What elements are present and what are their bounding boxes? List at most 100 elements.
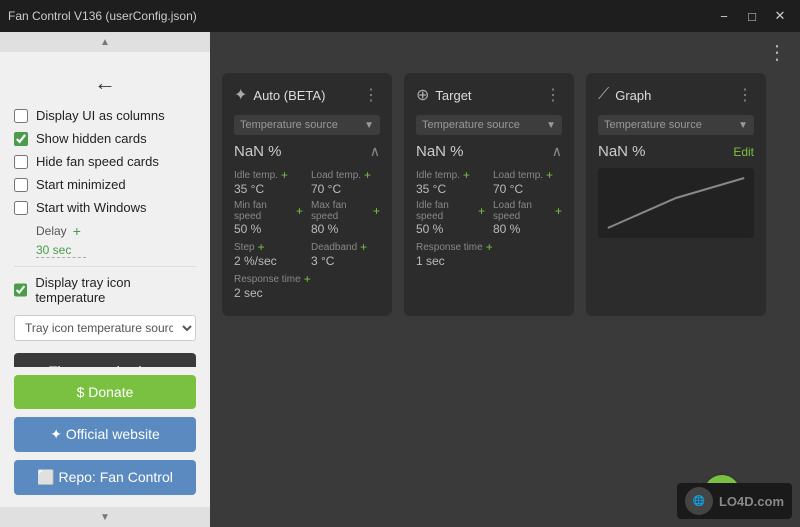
scroll-down-arrow[interactable]: ▼ <box>0 507 210 527</box>
auto-step-label: Step + <box>234 240 303 254</box>
tray-checkbox[interactable] <box>14 283 27 297</box>
target-card-dropdown[interactable]: Temperature source ▼ <box>416 115 562 135</box>
show-hidden-checkbox-item[interactable]: Show hidden cards <box>14 131 196 146</box>
show-hidden-label: Show hidden cards <box>36 131 147 146</box>
graph-card-dropdown[interactable]: Temperature source ▼ <box>598 115 754 135</box>
back-button[interactable]: ← <box>14 62 196 108</box>
theme-button[interactable]: Theme and colors <box>14 353 196 367</box>
start-windows-label: Start with Windows <box>36 200 147 215</box>
graph-svg-area <box>598 168 754 238</box>
target-load-temp-label: Load temp. + <box>493 168 562 182</box>
website-button[interactable]: ✦ Official website <box>14 417 196 452</box>
auto-percent-row: NaN % ∧ <box>234 143 380 160</box>
display-ui-checkbox[interactable] <box>14 109 28 123</box>
auto-load-temp-plus[interactable]: + <box>364 168 371 182</box>
target-card-dots[interactable]: ⋮ <box>545 85 562 105</box>
start-windows-checkbox[interactable] <box>14 201 28 215</box>
auto-card-dots[interactable]: ⋮ <box>363 85 380 105</box>
delay-label: Delay <box>36 224 67 238</box>
target-idle-temp-plus[interactable]: + <box>463 168 470 182</box>
auto-temp-label: Temperature source <box>240 119 338 131</box>
auto-response-field: Response time + 2 sec <box>234 272 380 300</box>
target-chevron[interactable]: ∧ <box>552 143 562 160</box>
target-card-header: ⊕ Target ⋮ <box>416 85 562 105</box>
auto-response-label: Response time + <box>234 272 380 286</box>
auto-deadband-field: Deadband + 3 °C <box>311 240 380 268</box>
auto-max-fan-value: 80 % <box>311 222 380 236</box>
minimize-button[interactable]: − <box>712 6 736 26</box>
auto-card-dropdown[interactable]: Temperature source ▼ <box>234 115 380 135</box>
repo-button[interactable]: ⬜ Repo: Fan Control <box>14 460 196 495</box>
graph-card-dots[interactable]: ⋮ <box>737 85 754 105</box>
watermark-logo: 🌐 <box>685 487 713 515</box>
target-load-fan-plus[interactable]: + <box>555 204 562 218</box>
hide-fan-label: Hide fan speed cards <box>36 154 159 169</box>
auto-response-value: 2 sec <box>234 286 380 300</box>
auto-step-plus[interactable]: + <box>258 240 265 254</box>
auto-percent: NaN % <box>234 143 282 160</box>
target-load-temp-value: 70 °C <box>493 182 562 196</box>
auto-chevron[interactable]: ∧ <box>370 143 380 160</box>
target-field-row-3: Response time + 1 sec <box>416 240 562 268</box>
graph-card-header: ⟋ Graph ⋮ <box>598 85 754 105</box>
show-hidden-checkbox[interactable] <box>14 132 28 146</box>
target-field-row-1: Idle temp. + 35 °C Load temp. + 70 °C <box>416 168 562 196</box>
app-container: ▲ ← Display UI as columns Show hidden ca… <box>0 32 800 527</box>
window-controls: − □ ✕ <box>712 6 792 26</box>
separator-1 <box>14 266 196 267</box>
auto-load-temp-label: Load temp. + <box>311 168 380 182</box>
target-idle-fan-plus[interactable]: + <box>478 204 485 218</box>
tray-checkbox-item[interactable]: Display tray icon temperature <box>14 275 196 305</box>
auto-card-icon: ✦ <box>234 85 247 105</box>
hide-fan-checkbox-item[interactable]: Hide fan speed cards <box>14 154 196 169</box>
target-temp-label: Temperature source <box>422 119 520 131</box>
auto-card-title-row: ✦ Auto (BETA) <box>234 85 325 105</box>
target-load-temp-field: Load temp. + 70 °C <box>493 168 562 196</box>
auto-deadband-plus[interactable]: + <box>360 240 367 254</box>
donate-button[interactable]: $ Donate <box>14 375 196 409</box>
auto-idle-temp-plus[interactable]: + <box>281 168 288 182</box>
target-idle-temp-field: Idle temp. + 35 °C <box>416 168 485 196</box>
target-load-temp-plus[interactable]: + <box>546 168 553 182</box>
start-windows-checkbox-item[interactable]: Start with Windows <box>14 200 196 215</box>
auto-dropdown-arrow: ▼ <box>364 120 374 131</box>
auto-card-header: ✦ Auto (BETA) ⋮ <box>234 85 380 105</box>
main-content: ⋮ ✦ Auto (BETA) ⋮ Temperature source ▼ N… <box>210 32 800 527</box>
hide-fan-checkbox[interactable] <box>14 155 28 169</box>
title-bar: Fan Control V136 (userConfig.json) − □ ✕ <box>0 0 800 32</box>
auto-load-temp-field: Load temp. + 70 °C <box>311 168 380 196</box>
start-minimized-label: Start minimized <box>36 177 126 192</box>
window-title: Fan Control V136 (userConfig.json) <box>8 9 197 23</box>
scroll-up-arrow[interactable]: ▲ <box>0 32 210 52</box>
auto-response-plus[interactable]: + <box>304 272 311 286</box>
target-response-value: 1 sec <box>416 254 562 268</box>
sidebar: ▲ ← Display UI as columns Show hidden ca… <box>0 32 210 527</box>
graph-edit-link[interactable]: Edit <box>733 145 754 159</box>
auto-idle-temp-value: 35 °C <box>234 182 303 196</box>
target-card-title: Target <box>435 88 471 103</box>
target-response-plus[interactable]: + <box>486 240 493 254</box>
graph-card-title: Graph <box>615 88 651 103</box>
auto-load-temp-value: 70 °C <box>311 182 380 196</box>
start-minimized-checkbox-item[interactable]: Start minimized <box>14 177 196 192</box>
main-dots-menu[interactable]: ⋮ <box>767 40 788 65</box>
target-response-label: Response time + <box>416 240 562 254</box>
target-idle-fan-field: Idle fan speed + 50 % <box>416 200 485 236</box>
close-button[interactable]: ✕ <box>768 6 792 26</box>
tray-dropdown[interactable]: Tray icon temperature source <box>14 315 196 341</box>
maximize-button[interactable]: □ <box>740 6 764 26</box>
display-ui-checkbox-item[interactable]: Display UI as columns <box>14 108 196 123</box>
delay-plus-button[interactable]: + <box>73 223 81 239</box>
auto-max-fan-plus[interactable]: + <box>373 204 380 218</box>
auto-idle-temp-label: Idle temp. + <box>234 168 303 182</box>
target-load-fan-label: Load fan speed + <box>493 200 562 222</box>
graph-percent: NaN % <box>598 143 646 160</box>
start-minimized-checkbox[interactable] <box>14 178 28 192</box>
auto-field-row-1: Idle temp. + 35 °C Load temp. + 70 °C <box>234 168 380 196</box>
auto-card-title: Auto (BETA) <box>253 88 325 103</box>
target-response-field: Response time + 1 sec <box>416 240 562 268</box>
sidebar-bottom: $ Donate ✦ Official website ⬜ Repo: Fan … <box>0 367 210 507</box>
auto-min-fan-plus[interactable]: + <box>296 204 303 218</box>
auto-deadband-value: 3 °C <box>311 254 380 268</box>
graph-percent-row: NaN % Edit <box>598 143 754 160</box>
